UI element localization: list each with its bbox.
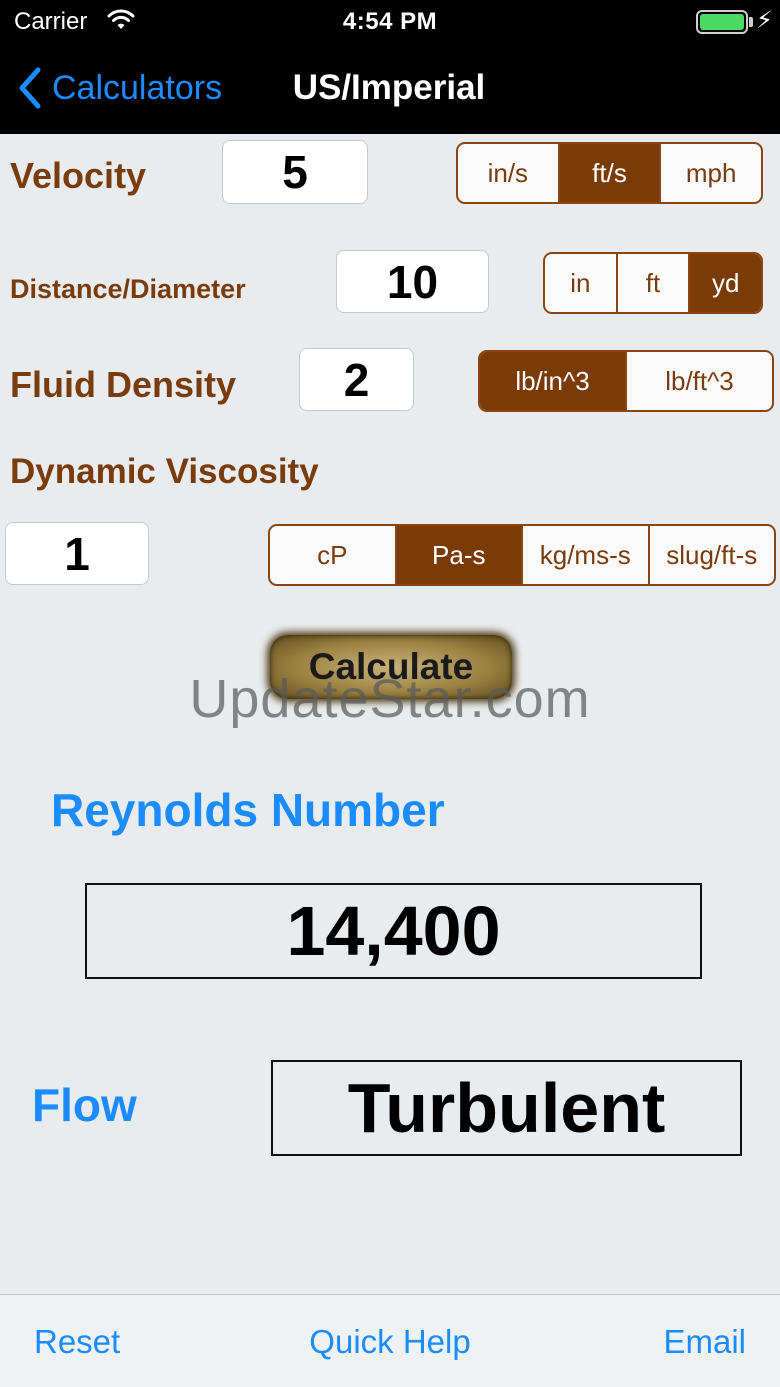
status-bar: Carrier 4:54 PM ⚡ (0, 0, 780, 44)
velocity-unit-selector[interactable]: in/s ft/s mph (456, 142, 763, 204)
velocity-input[interactable]: 5 (222, 140, 368, 204)
battery-icon (696, 10, 748, 34)
distance-unit-yd[interactable]: yd (688, 254, 761, 312)
distance-unit-selector[interactable]: in ft yd (543, 252, 763, 314)
velocity-label: Velocity (10, 155, 147, 196)
viscosity-unit-slug-ft-s[interactable]: slug/ft-s (647, 526, 775, 584)
velocity-unit-mph[interactable]: mph (659, 144, 761, 202)
clock: 4:54 PM (342, 8, 438, 35)
battery-cap (749, 17, 753, 27)
quick-help-button[interactable]: Quick Help (309, 1323, 470, 1360)
reynolds-number-value: 14,400 (85, 883, 702, 979)
flow-value: Turbulent (271, 1060, 742, 1156)
density-unit-lb-in3[interactable]: lb/in^3 (480, 352, 625, 410)
velocity-unit-ft-s[interactable]: ft/s (557, 144, 660, 202)
density-label: Fluid Density (10, 364, 237, 405)
page-title: US/Imperial (292, 68, 486, 107)
bottom-toolbar: Reset Quick Help Email (0, 1294, 780, 1387)
charging-bolt-icon: ⚡ (756, 7, 773, 34)
velocity-unit-in-s[interactable]: in/s (458, 144, 558, 202)
viscosity-unit-cp[interactable]: cP (270, 526, 395, 584)
density-input[interactable]: 2 (299, 348, 414, 411)
viscosity-input[interactable]: 1 (5, 522, 149, 585)
viscosity-unit-selector[interactable]: cP Pa-s kg/ms-s slug/ft-s (268, 524, 776, 586)
reynolds-number-label: Reynolds Number (51, 784, 445, 836)
viscosity-unit-pa-s[interactable]: Pa-s (394, 526, 521, 584)
viscosity-unit-kg-ms-s[interactable]: kg/ms-s (521, 526, 648, 584)
distance-unit-in[interactable]: in (545, 254, 616, 312)
navigation-bar: Calculators US/Imperial (0, 44, 780, 134)
viscosity-label: Dynamic Viscosity (10, 452, 319, 491)
reset-button[interactable]: Reset (34, 1323, 120, 1361)
flow-label: Flow (32, 1079, 137, 1131)
density-unit-lb-ft3[interactable]: lb/ft^3 (625, 352, 772, 410)
density-unit-selector[interactable]: lb/in^3 lb/ft^3 (478, 350, 774, 412)
distance-input[interactable]: 10 (336, 250, 489, 313)
email-button[interactable]: Email (663, 1323, 746, 1361)
distance-unit-ft[interactable]: ft (615, 254, 689, 312)
calculate-button[interactable]: Calculate (270, 635, 512, 699)
distance-label: Distance/Diameter (10, 274, 246, 304)
